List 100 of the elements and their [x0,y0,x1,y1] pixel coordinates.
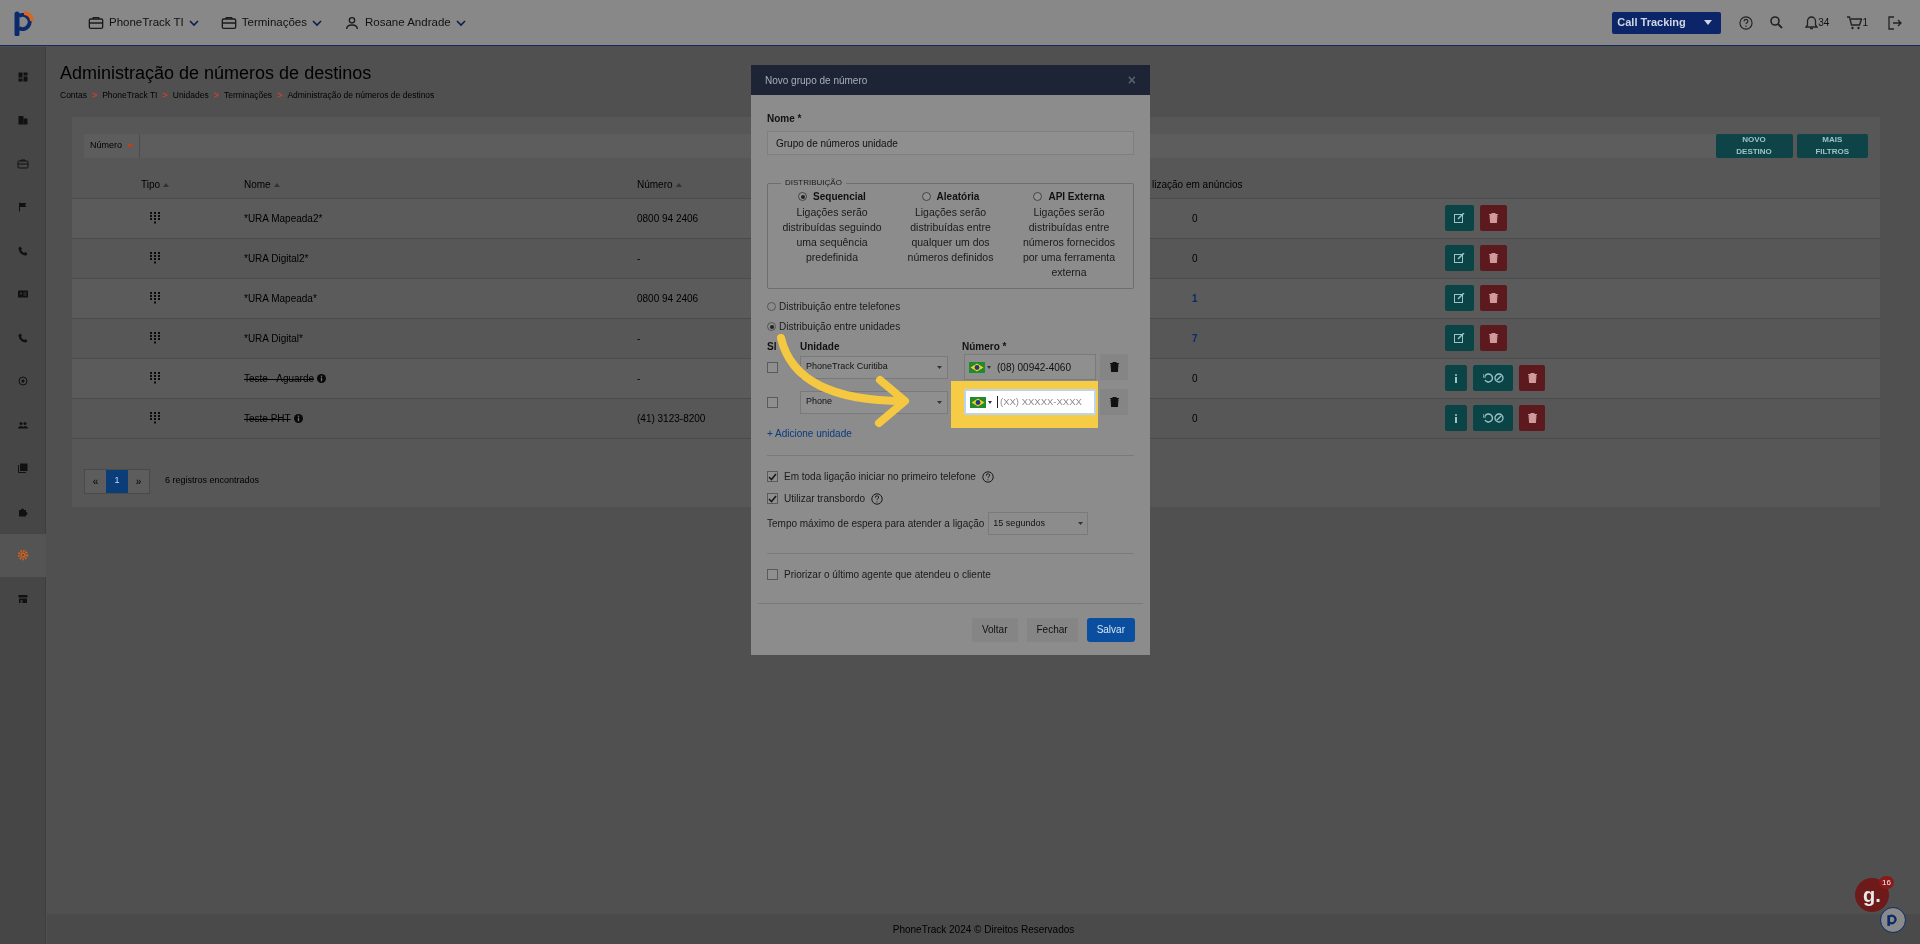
delete-button[interactable] [1519,405,1545,431]
keypad-icon [150,332,160,344]
number-cell-text: 0800 94 2406 [637,211,699,226]
top-menu-item[interactable]: Rosane Andrade [344,13,466,32]
checkbox[interactable] [767,471,778,482]
phone-input[interactable]: (08) 00942-4060 [964,354,1096,380]
edit-button[interactable] [1445,205,1474,231]
number-cell-text: - [637,331,641,346]
delete-button[interactable] [1480,285,1507,311]
radio-button[interactable] [798,192,808,201]
bell-icon [1805,16,1819,30]
phone-number-input[interactable]: (XX) XXXXX-XXXX [1000,394,1088,410]
radio-option[interactable]: API Externa [1033,189,1105,204]
chat-widget-button[interactable] [1880,907,1906,933]
column-header[interactable]: lização em anúncios [1152,177,1243,192]
field-label: Nome * [767,112,802,126]
checkbox[interactable] [767,396,778,408]
radio-option[interactable]: Distribuição entre unidades [767,319,901,334]
checkbox[interactable] [767,361,778,373]
logout-button[interactable] [1888,15,1902,30]
search-button[interactable] [1770,16,1784,29]
edit-button[interactable] [1445,325,1474,351]
radio-option[interactable]: Sequencial [798,189,866,204]
restore-button[interactable] [1473,365,1513,391]
breadcrumb-separator: > [277,89,283,102]
product-select[interactable]: Call Tracking [1612,11,1722,34]
caret-down-icon [937,365,942,369]
unit-select[interactable]: PhoneTrack Curitiba [800,355,948,379]
info-icon [1454,413,1458,423]
modal-button[interactable]: Fechar [1026,617,1078,642]
top-menu-item[interactable]: PhoneTrack TI [88,13,199,32]
number-cell-text: (41) 3123-8200 [637,411,706,426]
restore-button[interactable] [1473,405,1513,431]
pagination-next[interactable]: » [128,469,149,493]
modal-button[interactable]: Voltar [971,617,1018,642]
breadcrumb-separator: > [213,89,219,102]
top-menu-item[interactable]: Terminações [220,13,322,32]
number-cell-text: - [637,251,641,266]
edit-button[interactable] [1445,285,1474,311]
breadcrumb-separator: > [91,89,98,102]
delete-button[interactable] [1519,365,1545,391]
checkbox-option[interactable]: Priorizar o último agente que atendeu o cliente [767,567,991,582]
delete-button[interactable] [1100,389,1128,415]
checkbox-option[interactable]: Em toda ligação iniciar no primeiro telefone [767,469,994,484]
record-count: 6 registros encontrados [165,474,260,488]
logo-icon[interactable] [14,9,36,36]
usage-cell-text: 0 [1192,411,1198,426]
delete-button[interactable] [1100,354,1128,380]
breadcrumb-separator: > [162,89,168,102]
info-button[interactable] [1445,405,1467,431]
trash-icon [1489,213,1498,223]
pagination-prev[interactable]: « [85,469,106,493]
column-header[interactable]: Número [637,177,673,192]
filter-action-button[interactable]: NOVO DESTINO [1715,133,1793,158]
checkbox-option[interactable]: Utilizar transbordo [767,491,884,506]
caret-down-icon [1078,522,1084,525]
brazil-flag-icon [969,361,985,373]
edit-button[interactable] [1445,245,1474,271]
building-icon [16,114,29,127]
option-description: Ligações serão distribuídas seguindo uma sequência predefinida [782,205,882,265]
modal-button[interactable]: Salvar [1086,617,1135,642]
delete-button[interactable] [1480,325,1507,351]
radio-option[interactable]: Aleatória [921,189,980,204]
briefcase-icon [220,14,237,31]
info-icon [293,413,303,423]
radio-button[interactable] [921,192,931,201]
info-icon [1454,373,1458,383]
fieldset-legend: DISTRIBUIÇÃO [781,177,846,189]
phone-icon [16,244,29,257]
help-button[interactable] [1739,15,1754,30]
phone-input[interactable]: (XX) XXXXX-XXXX [964,389,1096,415]
pagination-page[interactable]: 1 [106,469,128,493]
column-header[interactable]: Tipo [140,177,161,192]
radio-button[interactable] [1033,192,1043,201]
delete-button[interactable] [1480,245,1507,271]
add-unit-link[interactable]: + Adicione unidade [767,426,852,441]
info-button[interactable] [1445,365,1467,391]
help-icon [981,470,994,483]
radio-option[interactable]: Distribuição entre telefones [767,299,901,314]
cart-button[interactable]: 1 [1847,15,1868,30]
name-input[interactable]: Grupo de números unidade [767,131,1134,155]
name-cell-text: Teste - Aguarde [244,371,315,386]
sort-icon [675,182,682,187]
briefcase-icon [16,157,29,170]
checkbox[interactable] [767,569,778,580]
column-header: Sl [767,341,777,352]
usage-cell-text: 0 [1192,251,1198,266]
notifications-button[interactable]: 34 [1805,15,1830,30]
briefcase-icon [88,14,104,31]
column-header[interactable]: Nome [244,177,271,192]
usage-cell-text: 0 [1192,211,1198,226]
sort-icon [163,182,170,187]
caret-down-icon [987,365,991,369]
cart-icon [1847,16,1863,30]
checkbox[interactable] [767,493,778,504]
logout-icon [1888,15,1902,30]
delete-button[interactable] [1480,205,1507,231]
wait-select[interactable]: 15 segundos [988,512,1089,535]
info-icon [317,373,327,383]
filter-action-button[interactable]: MAIS FILTROS [1796,133,1868,158]
